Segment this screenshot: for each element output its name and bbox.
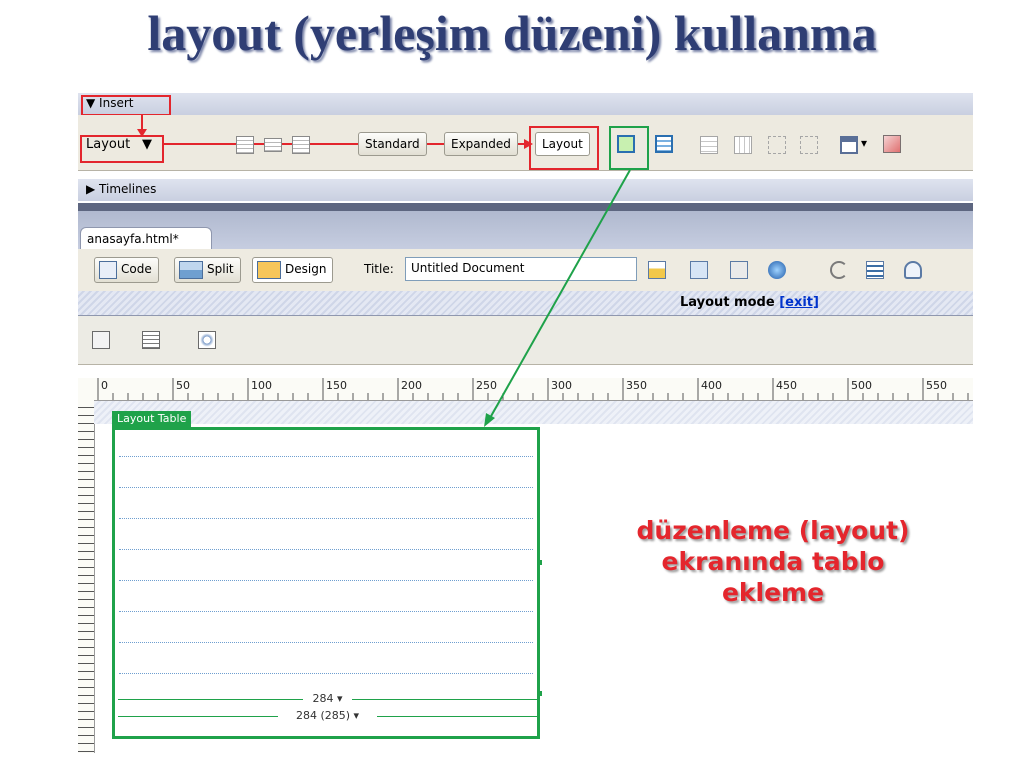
layout-row-guide (119, 611, 533, 612)
vertical-ruler (78, 400, 95, 753)
layout-table-label[interactable]: Layout Table (112, 411, 192, 427)
document-tab[interactable]: anasayfa.html* (80, 227, 212, 249)
callout-line: ekranında tablo (661, 547, 885, 576)
layout-row-guide (119, 549, 533, 550)
table-icon[interactable] (236, 136, 254, 154)
category-highlight (80, 135, 164, 163)
standard-view-button[interactable]: Standard (358, 132, 427, 156)
flash-icon[interactable] (198, 331, 216, 349)
callout-line: düzenleme (layout) (636, 516, 910, 545)
layout-table-icon[interactable] (292, 136, 310, 154)
code-icon (99, 261, 117, 279)
file-management-icon[interactable] (730, 261, 748, 279)
insert-row-icon[interactable] (700, 136, 718, 154)
expanded-table-icon[interactable] (264, 138, 282, 152)
resize-handle-corner[interactable] (537, 691, 542, 696)
insert-highlight (81, 95, 171, 116)
slide-title: layout (yerleşim düzeni) kullanma (147, 5, 877, 61)
split-view-label: Split (207, 262, 234, 276)
insert-list-icon[interactable] (142, 331, 160, 349)
view-options-icon[interactable] (866, 261, 884, 279)
layout-mode-text: Layout mode (680, 295, 780, 310)
frames-icon[interactable] (840, 136, 858, 154)
annotation-callout: düzenleme (layout) ekranında tablo eklem… (598, 515, 948, 608)
column-width-label: 284 ▾ (309, 692, 346, 705)
browser-check-icon[interactable] (648, 261, 666, 279)
visual-aids-icon[interactable] (904, 261, 922, 279)
ruler-tick-label: 0 (101, 379, 108, 392)
insert-panel-header: ▼ Insert (78, 93, 973, 115)
layout-row-guide (119, 580, 533, 581)
width-line (377, 716, 537, 717)
ruler-tick-label: 450 (776, 379, 797, 392)
tag-chooser-icon[interactable] (883, 135, 901, 153)
ruler-tick-label: 200 (401, 379, 422, 392)
validate-icon[interactable] (690, 261, 708, 279)
ruler-tick-label: 150 (326, 379, 347, 392)
split-icon (179, 261, 203, 279)
insert-objects-bar: Layout ▼ Standard Expanded Layout ▾ (78, 115, 973, 171)
ruler-tick-label: 500 (851, 379, 872, 392)
preview-icon[interactable] (768, 261, 786, 279)
layout-button-highlight (529, 126, 599, 170)
split-cell-icon[interactable] (768, 136, 786, 154)
layout-mode-exit-link[interactable]: [exit] (779, 295, 819, 310)
expanded-view-button[interactable]: Expanded (444, 132, 518, 156)
width-line (118, 699, 303, 700)
table-width-indicator[interactable]: 284 (285) ▾ (118, 709, 537, 723)
draw-layout-cell-icon[interactable] (655, 135, 673, 153)
timelines-toggle[interactable]: ▶ Timelines (86, 182, 156, 196)
column-width-indicator[interactable]: 284 ▾ (118, 692, 537, 706)
layout-table-button-highlight (609, 126, 649, 170)
layout-row-guide (119, 487, 533, 488)
layout-table[interactable]: 284 ▾ 284 (285) ▾ (112, 427, 542, 739)
green-arrow (484, 169, 631, 427)
layout-row-guide (119, 673, 533, 674)
width-line (118, 716, 278, 717)
dreamweaver-screenshot: ▼ Insert Layout ▼ Standard Expanded Layo… (78, 93, 973, 753)
layout-mode-label: Layout mode [exit] (680, 295, 819, 310)
merge-cells-icon[interactable] (800, 136, 818, 154)
frames-dropdown-arrow[interactable]: ▾ (861, 136, 867, 150)
code-view-label: Code (121, 262, 152, 276)
layout-row-guide (119, 642, 533, 643)
design-view-button[interactable]: Design (252, 257, 334, 283)
page-properties-icon[interactable] (92, 331, 110, 349)
ruler-tick-label: 400 (701, 379, 722, 392)
title-label: Title: (364, 262, 394, 276)
red-connector (137, 115, 147, 137)
split-view-button[interactable]: Split (174, 257, 241, 283)
ruler-tick-label: 100 (251, 379, 272, 392)
resize-handle-right[interactable] (537, 560, 542, 565)
callout-line: ekleme (721, 578, 825, 607)
width-line (352, 699, 537, 700)
refresh-icon[interactable] (830, 261, 848, 279)
insert-column-icon[interactable] (734, 136, 752, 154)
ruler-tick-label: 50 (176, 379, 190, 392)
layout-row-guide (119, 456, 533, 457)
code-view-button[interactable]: Code (94, 257, 159, 283)
design-view-label: Design (285, 262, 327, 276)
layout-row-guide (119, 518, 533, 519)
table-width-label: 284 (285) ▾ (292, 709, 363, 722)
design-icon (257, 261, 281, 279)
ruler-tick-label: 550 (926, 379, 947, 392)
